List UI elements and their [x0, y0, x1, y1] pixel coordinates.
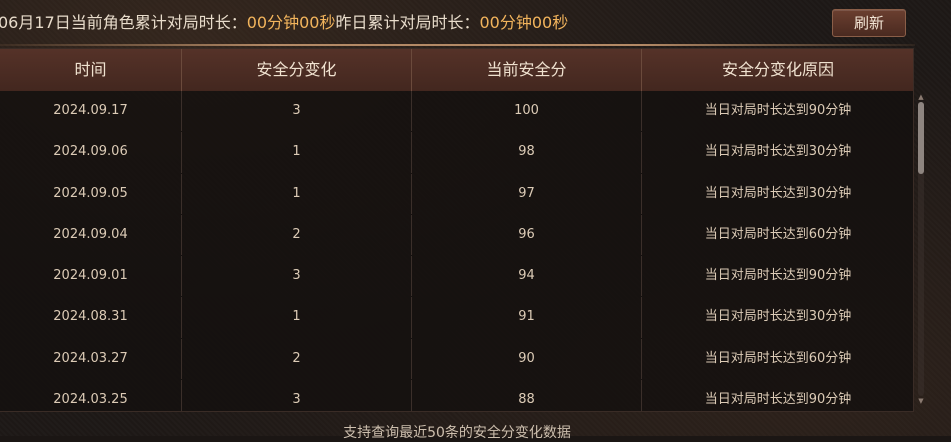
- cell-current-score: 88: [411, 380, 641, 411]
- table-header: 时间 安全分变化 当前安全分 安全分变化原因: [0, 49, 913, 91]
- cell-date: 2024.09.05: [53, 185, 128, 201]
- cell-date: 2024.09.17: [53, 103, 128, 118]
- table-body[interactable]: 2024.09.17 3 100 当日对局时长达到90分钟 2024.09.06 1 98 当…: [0, 91, 913, 411]
- refresh-button[interactable]: 刷新: [832, 9, 906, 37]
- column-header-change-reason: 安全分变化原因: [641, 49, 913, 91]
- cell-score-change: 2: [181, 214, 411, 256]
- table-row: 2024.09.01 3 94 当日对局时长达到90分钟: [0, 256, 913, 297]
- table-row: 2024.09.04 2 96 当日对局时长达到60分钟: [0, 214, 913, 256]
- cell-change-reason: 当日对局时长达到90分钟: [641, 91, 913, 132]
- cell-score-change: 2: [181, 338, 411, 380]
- cell-current-score: 98: [411, 132, 641, 173]
- playtime-info: 06月17日当前角色累计对局时长：00分钟00秒昨日累计对局时长：00分钟00秒: [0, 12, 568, 34]
- scroll-thumb[interactable]: [918, 102, 924, 174]
- table-row: 2024.03.27 2 90 当日对局时长达到60分钟: [0, 338, 913, 380]
- cell-change-reason: 当日对局时长达到30分钟: [641, 297, 913, 338]
- cell-score-change: 1: [181, 132, 411, 173]
- cell-change-reason: 当日对局时长达到60分钟: [641, 338, 913, 380]
- cell-date: 2024.08.31: [53, 309, 128, 325]
- scroll-track[interactable]: [918, 102, 924, 396]
- cell-score-change: 1: [181, 173, 411, 214]
- cell-score-change: 3: [181, 380, 411, 411]
- cell-current-score: 94: [411, 256, 641, 297]
- header-divider: [0, 44, 915, 46]
- cell-current-score: 91: [411, 297, 641, 338]
- cell-score-change: 3: [181, 256, 411, 297]
- cell-score-change: 1: [181, 297, 411, 338]
- cell-current-score: 90: [411, 338, 641, 380]
- safety-score-table: 时间 安全分变化 当前安全分 安全分变化原因 2024.09.17 3 100 当日对…: [0, 48, 914, 412]
- column-header-score-change: 安全分变化: [181, 49, 411, 91]
- cell-date: 2024.09.01: [53, 268, 128, 284]
- cell-change-reason: 当日对局时长达到60分钟: [641, 214, 913, 256]
- footer-note: 支持查询最近50条的安全分变化数据: [343, 425, 571, 441]
- cell-change-reason: 当日对局时长达到90分钟: [641, 256, 913, 297]
- cell-date: 2024.09.06: [53, 144, 128, 160]
- today-playtime-label: 06月17日当前角色累计对局时长：: [0, 13, 247, 32]
- cell-date: 2024.03.25: [53, 392, 128, 408]
- cell-score-change: 3: [181, 91, 411, 132]
- table-row: 2024.09.06 1 98 当日对局时长达到30分钟: [0, 132, 913, 173]
- today-playtime-value: 00分钟00秒: [246, 13, 336, 32]
- scroll-up-arrow-icon[interactable]: ▲: [916, 92, 926, 102]
- scroll-down-arrow-icon[interactable]: ▼: [916, 396, 926, 406]
- table-row: 2024.03.25 3 88 当日对局时长达到90分钟: [0, 380, 913, 411]
- column-header-time: 时间: [74, 60, 107, 79]
- yesterday-playtime-value: 00分钟00秒: [479, 13, 569, 32]
- cell-current-score: 100: [411, 91, 641, 132]
- cell-change-reason: 当日对局时长达到30分钟: [641, 132, 913, 173]
- cell-current-score: 96: [411, 214, 641, 256]
- cell-current-score: 97: [411, 173, 641, 214]
- cell-date: 2024.03.27: [53, 350, 128, 366]
- table-scrollbar[interactable]: ▲ ▼: [916, 92, 926, 406]
- cell-change-reason: 当日对局时长达到90分钟: [641, 380, 913, 411]
- table-row: 2024.09.17 3 100 当日对局时长达到90分钟: [0, 91, 913, 132]
- yesterday-playtime-label: 昨日累计对局时长：: [335, 13, 480, 32]
- top-bar: 06月17日当前角色累计对局时长：00分钟00秒昨日累计对局时长：00分钟00秒…: [0, 0, 951, 46]
- cell-date: 2024.09.04: [53, 226, 128, 242]
- cell-change-reason: 当日对局时长达到30分钟: [641, 173, 913, 214]
- column-header-current-score: 当前安全分: [411, 49, 641, 91]
- table-row: 2024.08.31 1 91 当日对局时长达到30分钟: [0, 297, 913, 338]
- table-row: 2024.09.05 1 97 当日对局时长达到30分钟: [0, 173, 913, 215]
